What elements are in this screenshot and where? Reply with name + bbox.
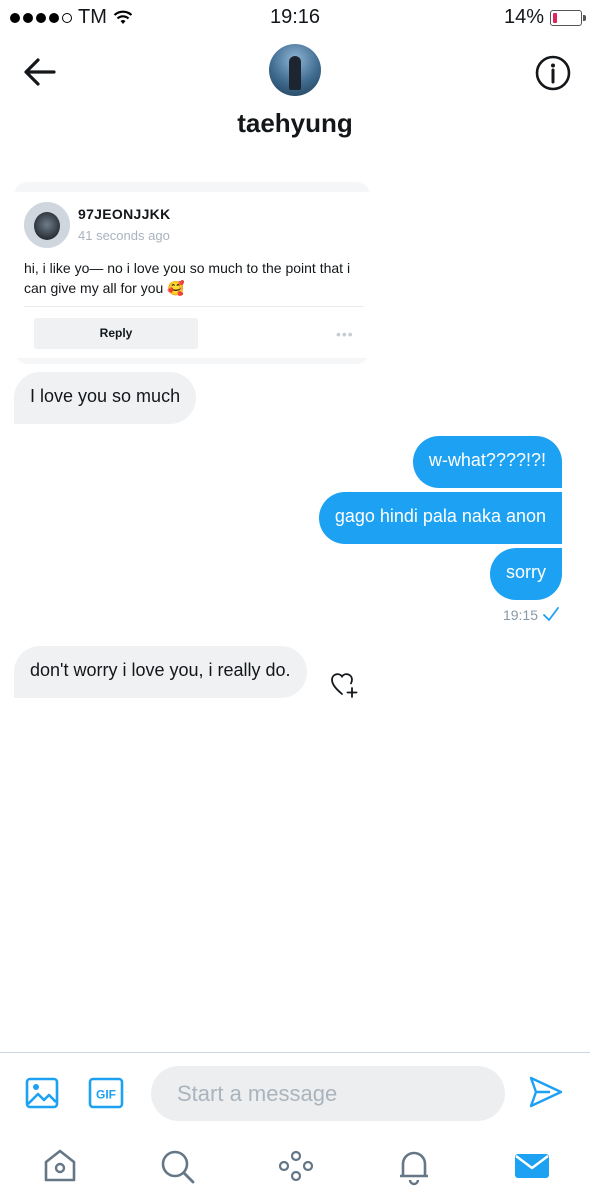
card-username: 97JEONJJKK: [78, 206, 171, 222]
info-button[interactable]: [534, 54, 572, 92]
nav-search[interactable]: [157, 1146, 197, 1186]
home-icon: [44, 1149, 76, 1182]
notifications-icon: [400, 1151, 428, 1186]
conversation-title: taehyung: [237, 108, 353, 138]
nav-messages[interactable]: [512, 1146, 552, 1186]
send-icon: [529, 1076, 563, 1108]
add-photo-button[interactable]: [24, 1075, 60, 1111]
gif-icon: GIF: [88, 1077, 124, 1109]
image-icon: [25, 1077, 59, 1109]
message-bubble-outgoing[interactable]: sorry: [490, 548, 562, 600]
nav-spaces[interactable]: [276, 1146, 316, 1186]
search-icon: [161, 1150, 195, 1184]
arrow-left-icon: [24, 58, 56, 86]
battery-status: 14%: [503, 6, 586, 29]
info-icon: [535, 55, 571, 91]
card-text: hi, i like yo— no i love you so much to …: [24, 260, 351, 296]
status-time: 19:16: [269, 6, 321, 28]
add-gif-button[interactable]: GIF: [88, 1075, 124, 1111]
message-bubble-incoming[interactable]: don't worry i love you, i really do.: [14, 646, 307, 698]
card-reply-button[interactable]: Reply: [34, 318, 198, 349]
card-more-button[interactable]: •••: [336, 326, 354, 342]
message-bubble-outgoing[interactable]: gago hindi pala naka anon: [318, 492, 562, 544]
card-divider: [24, 306, 364, 307]
message-input[interactable]: [151, 1066, 505, 1121]
message-bubble-outgoing[interactable]: w-what????!?!: [412, 436, 562, 488]
message-sent-time: 19:15: [502, 607, 538, 623]
checkmark-icon: [543, 607, 559, 621]
messages-icon: [515, 1154, 549, 1178]
card-timestamp: 41 seconds ago: [78, 228, 170, 243]
battery-icon: [550, 9, 586, 26]
composer-divider: [0, 1052, 590, 1053]
back-button[interactable]: [20, 54, 60, 90]
nav-home[interactable]: [40, 1146, 80, 1186]
status-bar: TM 19:16 14%: [0, 0, 590, 34]
react-button[interactable]: [330, 670, 360, 698]
heart-plus-icon: [331, 673, 358, 698]
battery-percent: 14%: [503, 6, 544, 28]
message-bubble-incoming[interactable]: I love you so much: [14, 372, 197, 424]
card-avatar: [24, 202, 70, 248]
conversation-avatar[interactable]: [269, 44, 321, 96]
nav-notifications[interactable]: [394, 1146, 434, 1186]
svg-text:GIF: GIF: [96, 1088, 116, 1102]
send-button[interactable]: [528, 1074, 564, 1110]
spaces-icon: [278, 1150, 314, 1182]
